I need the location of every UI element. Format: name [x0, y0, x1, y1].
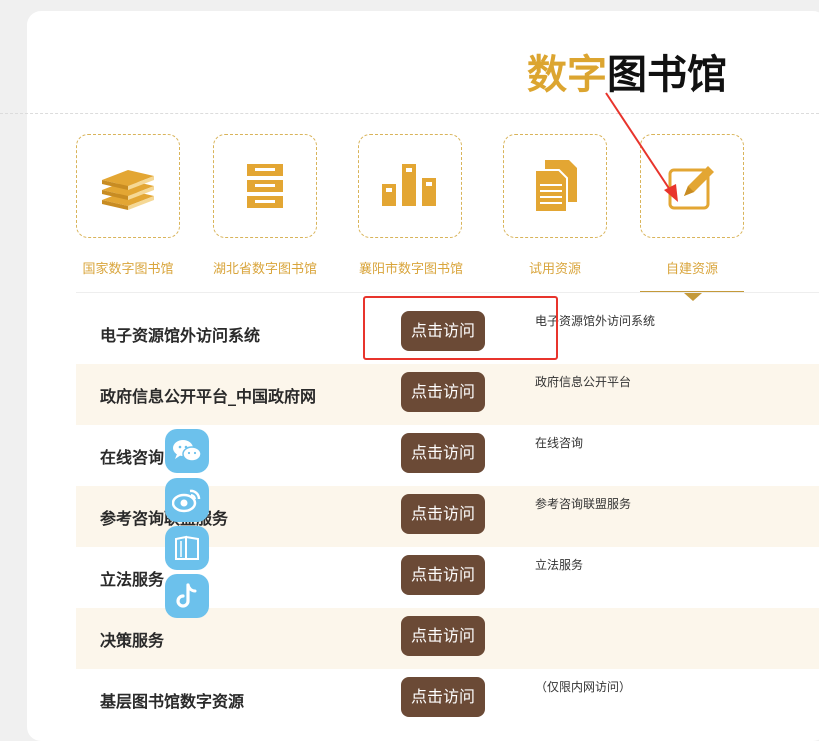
category-trial-resources[interactable] [503, 134, 607, 238]
reading-button[interactable] [165, 526, 209, 570]
list-item: 基层图书馆数字资源 点击访问 （仅限内网访问） [76, 669, 819, 730]
list-item: 政府信息公开平台_中国政府网 点击访问 政府信息公开平台 [76, 364, 819, 425]
resource-desc: （仅限内网访问） [535, 680, 632, 694]
resource-desc: 政府信息公开平台 [535, 375, 632, 389]
resource-title: 电子资源馆外访问系统 [100, 325, 261, 345]
bar-chart-icon [380, 162, 440, 210]
visit-button[interactable]: 点击访问 [401, 555, 485, 595]
books-stack-icon [98, 160, 158, 212]
weibo-icon [172, 487, 202, 513]
category-national-library[interactable] [76, 134, 180, 238]
category-city-library[interactable] [358, 134, 462, 238]
visit-button[interactable]: 点击访问 [401, 616, 485, 656]
edit-pencil-icon [666, 160, 718, 212]
visit-button[interactable]: 点击访问 [401, 372, 485, 412]
category-label-provincial[interactable]: 湖北省数字图书馆 [206, 258, 324, 278]
category-provincial-library[interactable] [213, 134, 317, 238]
selected-tab-arrow [684, 293, 702, 301]
category-label-trial[interactable]: 试用资源 [503, 258, 607, 278]
visit-button[interactable]: 点击访问 [401, 494, 485, 534]
resource-title: 立法服务 [100, 569, 165, 589]
category-label-self-built[interactable]: 自建资源 [640, 258, 744, 278]
server-rack-icon [245, 162, 285, 210]
resource-desc: 立法服务 [535, 558, 584, 572]
tiktok-icon [174, 582, 200, 610]
visit-button[interactable]: 点击访问 [401, 677, 485, 717]
wechat-share-button[interactable] [165, 429, 209, 473]
highlight-box [363, 296, 558, 360]
weibo-share-button[interactable] [165, 478, 209, 522]
resource-title: 在线咨询 [100, 447, 165, 467]
resource-title: 基层图书馆数字资源 [100, 691, 245, 711]
header-divider [0, 113, 819, 114]
page-title: 数字图书馆 [527, 50, 727, 100]
category-label-city[interactable]: 襄阳市数字图书馆 [352, 258, 470, 278]
documents-icon [531, 158, 579, 214]
resource-desc: 参考咨询联盟服务 [535, 497, 632, 511]
wechat-icon [172, 438, 202, 464]
resource-title: 政府信息公开平台_中国政府网 [100, 386, 317, 406]
table-top-border [76, 292, 819, 293]
resource-desc: 在线咨询 [535, 436, 584, 450]
category-label-national[interactable]: 国家数字图书馆 [76, 258, 180, 278]
category-self-built-resources[interactable] [640, 134, 744, 238]
visit-button[interactable]: 点击访问 [401, 433, 485, 473]
resource-title: 决策服务 [100, 630, 165, 650]
book-icon [173, 535, 201, 561]
page-title-part2: 图书馆 [607, 52, 727, 98]
tiktok-share-button[interactable] [165, 574, 209, 618]
page-title-part1: 数字 [527, 52, 607, 98]
